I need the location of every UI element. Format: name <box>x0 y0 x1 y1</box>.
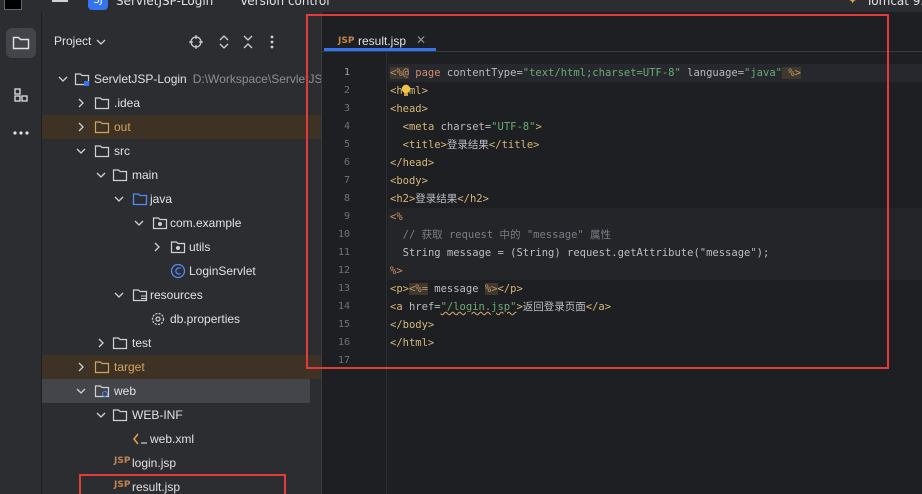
tree-item-main[interactable]: main <box>42 163 321 187</box>
source-folder-icon <box>132 193 148 206</box>
chevron-down-icon[interactable] <box>96 410 106 420</box>
tree-item-db-properties[interactable]: db.properties <box>42 307 321 331</box>
jsp-file-icon: JSP <box>114 456 131 466</box>
main-menu-icon[interactable] <box>52 0 68 7</box>
locate-file-icon[interactable] <box>188 34 204 50</box>
xml-file-icon <box>133 433 147 445</box>
folder-icon <box>94 145 110 158</box>
collapse-all-icon[interactable] <box>240 34 256 50</box>
excluded-folder-icon <box>94 121 110 134</box>
tree-item-label: java <box>150 192 173 206</box>
folder-icon <box>112 169 128 182</box>
package-icon <box>152 217 168 230</box>
tree-item-web-inf[interactable]: WEB-INF <box>42 403 321 427</box>
chevron-right-icon[interactable] <box>152 242 162 252</box>
tree-item-web[interactable]: web <box>42 379 310 403</box>
app-logo-icon[interactable] <box>4 0 22 10</box>
chevron-right-icon[interactable] <box>76 122 86 132</box>
tree-item-label: LoginServlet <box>189 264 256 278</box>
annotation-box-editor <box>306 14 889 369</box>
chevron-down-icon[interactable] <box>114 194 124 204</box>
tree-item-utils[interactable]: utils <box>42 235 321 259</box>
tree-item-label: main <box>132 168 159 182</box>
tree-item-idea[interactable]: .idea <box>42 91 321 115</box>
title-bar: SJ ServletJSP-Login Version control ✦ To… <box>0 0 922 12</box>
tree-item-label: WEB-INF <box>132 408 183 422</box>
folder-icon <box>94 97 110 110</box>
tree-item-resources[interactable]: resources <box>42 283 321 307</box>
more-tools-button[interactable] <box>6 118 36 148</box>
expand-all-icon[interactable] <box>216 34 232 50</box>
structure-icon <box>14 88 28 102</box>
tree-item-label: web <box>114 384 137 398</box>
module-name: ServletJSP-Login <box>94 72 187 86</box>
tree-item-test[interactable]: test <box>42 331 321 355</box>
chevron-down-icon[interactable] <box>114 290 124 300</box>
chevron-down-icon[interactable] <box>58 74 68 84</box>
options-menu-icon[interactable] <box>264 34 280 50</box>
chevron-right-icon[interactable] <box>76 98 86 108</box>
tree-item-label: .idea <box>114 96 141 110</box>
project-panel: Project ServletJSP-Login D:\Workspace\Ser… <box>42 12 331 494</box>
tree-item-com-example[interactable]: com.example <box>42 211 321 235</box>
tomcat-icon: ✦ <box>848 0 858 7</box>
run-config-selector[interactable]: Tomcat 9. <box>866 0 922 8</box>
tree-item-label: utils <box>189 240 211 254</box>
tree-item-label: target <box>114 360 145 374</box>
tree-item-loginservlet[interactable]: LoginServlet <box>42 259 321 283</box>
tree-item-login-jsp[interactable]: JSP login.jsp <box>42 451 321 475</box>
project-view-selector[interactable]: Project <box>54 34 91 48</box>
tree-item-label: out <box>114 120 131 134</box>
properties-gear-icon <box>151 312 165 326</box>
folder-icon <box>112 337 128 350</box>
vcs-menu[interactable]: Version control <box>240 0 330 8</box>
tree-item-module[interactable]: ServletJSP-Login D:\Workspace\ServletJSP <box>42 67 331 91</box>
tree-item-src[interactable]: src <box>42 139 321 163</box>
tree-item-target[interactable]: target <box>42 355 321 379</box>
tree-item-label: web.xml <box>150 432 195 446</box>
tree-item-label: test <box>132 336 152 350</box>
chevron-down-icon[interactable] <box>96 38 106 46</box>
package-icon <box>170 241 186 254</box>
chevron-right-icon[interactable] <box>96 338 106 348</box>
module-folder-icon <box>74 73 90 86</box>
structure-tool-button[interactable] <box>6 80 36 110</box>
java-class-icon <box>170 263 186 279</box>
tree-item-label: login.jsp <box>132 456 177 470</box>
chevron-down-icon[interactable] <box>134 218 144 228</box>
chevron-right-icon[interactable] <box>76 362 86 372</box>
chevron-down-icon[interactable] <box>76 146 86 156</box>
more-horizontal-icon <box>13 131 29 135</box>
excluded-folder-icon <box>94 361 110 374</box>
chevron-down-icon[interactable] <box>96 170 106 180</box>
project-tool-button[interactable] <box>6 28 36 58</box>
tree-item-java[interactable]: java <box>42 187 321 211</box>
project-panel-header: Project <box>42 30 321 54</box>
project-badge[interactable]: SJ <box>88 0 108 10</box>
resources-folder-icon <box>132 289 148 302</box>
project-switcher[interactable]: ServletJSP-Login <box>116 0 213 8</box>
tree-item-label: src <box>114 144 130 158</box>
folder-icon <box>12 36 30 50</box>
tree-item-web-xml[interactable]: web.xml <box>42 427 321 451</box>
annotation-box-result-jsp <box>79 474 286 494</box>
folder-icon <box>112 409 128 422</box>
tree-item-label: com.example <box>170 216 242 230</box>
tree-item-label: resources <box>150 288 203 302</box>
chevron-down-icon[interactable] <box>76 386 86 396</box>
tree-item-label: db.properties <box>170 312 241 326</box>
tree-item-out[interactable]: out <box>42 115 321 139</box>
tool-window-strip <box>0 12 42 494</box>
web-folder-icon <box>94 385 110 398</box>
